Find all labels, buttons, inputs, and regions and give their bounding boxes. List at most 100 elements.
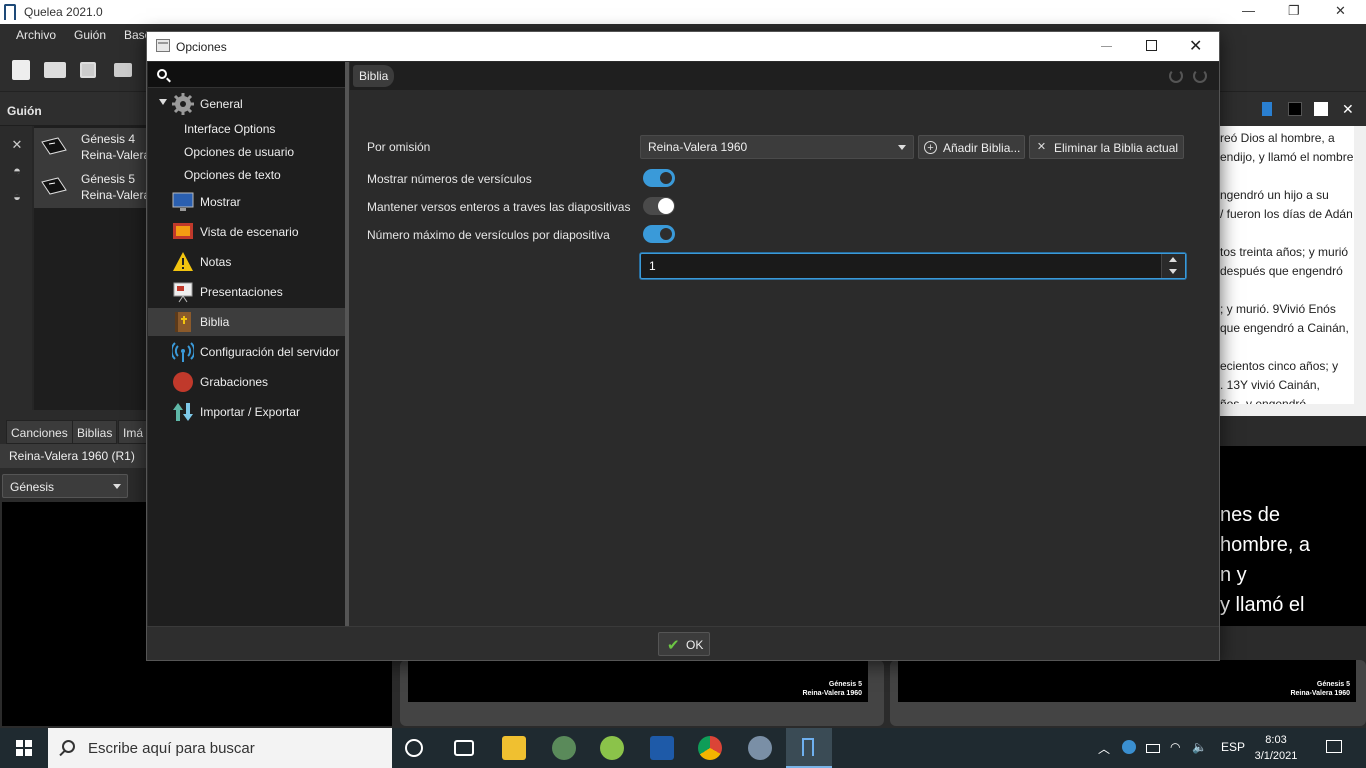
- nav-search[interactable]: [148, 62, 346, 88]
- live-text-line: ; y murió. 9Vivió Enós: [1220, 302, 1336, 316]
- nav-item-notas[interactable]: Notas: [148, 248, 346, 276]
- preview-thumbnail-frame: Génesis 5 Reina-Valera 1960: [400, 660, 884, 726]
- move-down-icon[interactable]: ◒: [10, 190, 24, 204]
- save-icon[interactable]: [80, 62, 96, 78]
- onedrive-icon[interactable]: [1122, 740, 1136, 754]
- live-text-line: ños, y engendró: [1220, 397, 1307, 404]
- chrome-icon[interactable]: [698, 736, 722, 760]
- clock[interactable]: 8:03 3/1/2021: [1254, 732, 1298, 764]
- chevron-down-icon: [113, 484, 121, 489]
- max-verses-toggle[interactable]: [643, 225, 675, 243]
- live-display-line: n y: [1220, 564, 1247, 586]
- nav-item-mostrar[interactable]: Mostrar: [148, 188, 346, 216]
- greenshot-icon[interactable]: [600, 736, 624, 760]
- book-select-value: Génesis: [10, 480, 55, 494]
- ok-button[interactable]: ✔ OK: [658, 632, 710, 656]
- nav-item-grabaciones[interactable]: Grabaciones: [148, 368, 346, 396]
- app-icon[interactable]: [552, 736, 576, 760]
- live-text-line: / fueron los días de Adán: [1220, 207, 1353, 221]
- network-app-icon[interactable]: [748, 736, 772, 760]
- increment-icon[interactable]: [1169, 257, 1177, 262]
- nav-item-presentaciones[interactable]: Presentaciones: [148, 278, 346, 306]
- bible-version-bar[interactable]: Reina-Valera 1960 (R1): [0, 444, 146, 468]
- app-titlebar: Quelea 2021.0 — ❐ ✕: [0, 0, 1366, 24]
- logo-screen-icon[interactable]: [1262, 102, 1272, 116]
- live-display-line: y llamó el: [1220, 594, 1305, 616]
- cortana-icon[interactable]: [405, 739, 423, 757]
- breadcrumb[interactable]: Biblia: [353, 65, 395, 87]
- new-file-icon[interactable]: [12, 60, 30, 80]
- nav-item-interface-options[interactable]: Interface Options: [148, 118, 346, 141]
- open-folder-icon[interactable]: [44, 62, 66, 78]
- remove-item-icon[interactable]: ✕: [10, 138, 24, 152]
- book-select[interactable]: Génesis: [2, 474, 128, 498]
- tab-canciones[interactable]: Canciones: [6, 420, 73, 444]
- live-text-panel: reó Dios al hombre, a endijo, y llamó el …: [1220, 126, 1354, 404]
- language-indicator[interactable]: ESP: [1221, 740, 1245, 754]
- maximize-button[interactable]: [1146, 40, 1157, 51]
- record-icon: [173, 372, 193, 392]
- nav-label: Vista de escenario: [200, 225, 299, 239]
- undo-icon[interactable]: [1169, 69, 1183, 83]
- black-screen-icon[interactable]: [1288, 102, 1302, 116]
- import-export-icon: [173, 403, 193, 421]
- schedule-item[interactable]: Génesis 5 Reina-Valera: [34, 168, 150, 208]
- remove-bible-label: Eliminar la Biblia actual: [1054, 141, 1179, 155]
- nav-splitter[interactable]: [345, 62, 349, 626]
- schedule-panel: Guión ✕ ◓ ◒ Génesis 4 Reina-Valera Génes…: [0, 92, 150, 410]
- nav-label: Interface Options: [184, 122, 276, 136]
- decrement-icon[interactable]: [1169, 269, 1177, 274]
- redo-icon[interactable]: [1193, 69, 1207, 83]
- default-bible-select[interactable]: Reina-Valera 1960: [640, 135, 914, 159]
- dialog-title: Opciones: [176, 40, 227, 54]
- app-minimize-button[interactable]: —: [1242, 3, 1255, 18]
- schedule-item[interactable]: Génesis 4 Reina-Valera: [34, 128, 150, 168]
- nav-item-vista-escenario[interactable]: Vista de escenario: [148, 218, 346, 246]
- task-view-icon[interactable]: [454, 740, 474, 756]
- file-explorer-icon[interactable]: [502, 736, 526, 760]
- powershell-icon[interactable]: [650, 736, 674, 760]
- close-icon[interactable]: ✕: [1342, 102, 1356, 116]
- taskbar-search[interactable]: Escribe aquí para buscar: [48, 728, 392, 768]
- schedule-title: Guión: [7, 104, 42, 118]
- max-verses-spinner[interactable]: 1: [640, 253, 1186, 279]
- remove-bible-button[interactable]: ✕ Eliminar la Biblia actual: [1029, 135, 1184, 159]
- wifi-icon[interactable]: ◠: [1170, 740, 1180, 754]
- tray-overflow-icon[interactable]: ︿: [1098, 740, 1110, 757]
- live-thumbnail: Génesis 5 Reina-Valera 1960: [898, 660, 1356, 702]
- print-icon[interactable]: [114, 63, 132, 77]
- battery-icon[interactable]: [1146, 744, 1160, 753]
- nav-item-importar-exportar[interactable]: Importar / Exportar: [148, 398, 346, 426]
- nav-item-general[interactable]: General: [148, 90, 346, 118]
- menu-archivo[interactable]: Archivo: [16, 28, 56, 42]
- clear-screen-icon[interactable]: [1314, 102, 1328, 116]
- menu-guion[interactable]: Guión: [74, 28, 106, 42]
- close-button[interactable]: ✕: [1189, 36, 1202, 56]
- quelea-taskbar-button[interactable]: [786, 728, 832, 768]
- show-verse-numbers-toggle[interactable]: [643, 169, 675, 187]
- nav-label: Opciones de texto: [184, 168, 281, 182]
- minimize-button[interactable]: [1101, 46, 1112, 47]
- vertical-scrollbar[interactable]: [1354, 126, 1366, 416]
- ok-label: OK: [686, 638, 704, 652]
- nav-item-user-options[interactable]: Opciones de usuario: [148, 141, 346, 164]
- tab-biblias[interactable]: Biblias: [72, 420, 118, 444]
- move-up-icon[interactable]: ◓: [10, 164, 24, 178]
- nav-item-configuracion-servidor[interactable]: Configuración del servidor: [148, 338, 346, 366]
- nav-item-biblia[interactable]: Biblia: [148, 308, 346, 336]
- stage-icon: [173, 223, 193, 239]
- notifications-icon[interactable]: [1326, 740, 1342, 753]
- windows-start-icon[interactable]: [16, 740, 32, 756]
- app-restore-button[interactable]: ❐: [1288, 3, 1300, 19]
- horizontal-scrollbar[interactable]: [1220, 404, 1354, 416]
- nav-item-text-options[interactable]: Opciones de texto: [148, 164, 346, 187]
- live-display-line: hombre, a: [1220, 534, 1311, 556]
- volume-icon[interactable]: 🔈: [1192, 740, 1207, 754]
- keep-verses-toggle[interactable]: [643, 197, 675, 215]
- app-close-button[interactable]: ✕: [1335, 3, 1346, 19]
- add-bible-button[interactable]: + Añadir Biblia...: [918, 135, 1025, 159]
- nav-label: Grabaciones: [200, 375, 269, 389]
- expand-arrow-icon[interactable]: [159, 99, 167, 105]
- tab-imagenes[interactable]: Imá: [118, 420, 149, 444]
- spinner-buttons: [1161, 254, 1185, 278]
